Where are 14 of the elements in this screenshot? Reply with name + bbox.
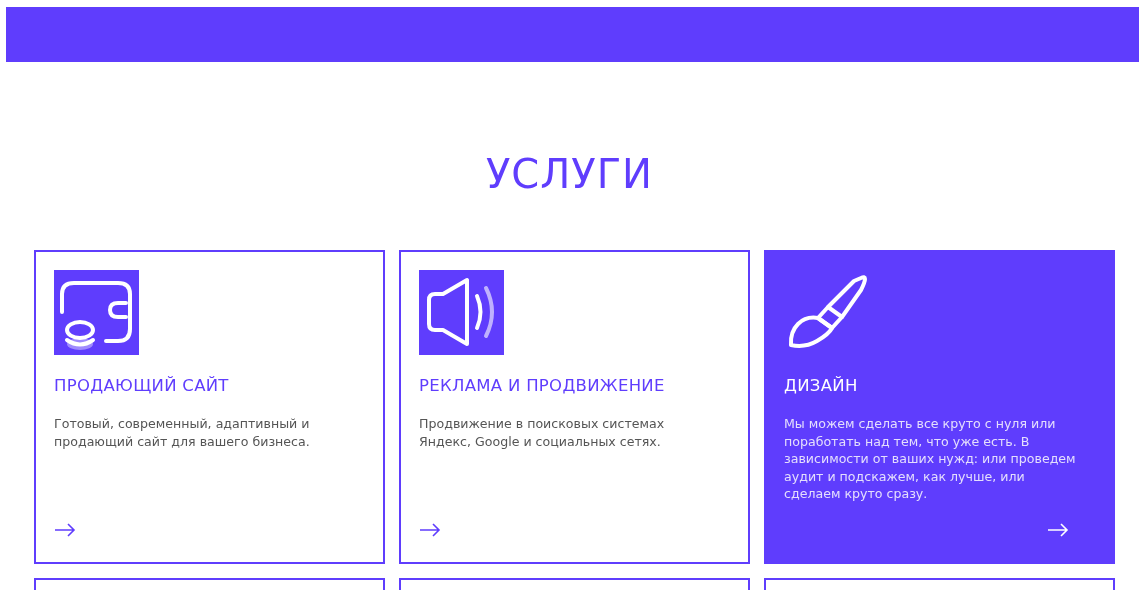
- service-card[interactable]: ДИЗАЙН Мы можем сделать все круто с нуля или поработать над тем, что уже есть. В зависимости от ваших нужд: или проведем аудит и подскажем, как лучше, или сделаем круто сразу.: [764, 250, 1115, 564]
- card-title: ПРОДАЮЩИЙ САЙТ: [54, 376, 230, 395]
- card-title: ДИЗАЙН: [784, 376, 859, 395]
- arrow-right-icon[interactable]: [54, 523, 76, 537]
- card-description: Продвижение в поисковых системах Яндекс, Google и социальных сетях.: [419, 415, 666, 450]
- service-card[interactable]: РЕКЛАМА И ПРОДВИЖЕНИЕ Продвижение в поисковых системах Яндекс, Google и социальных сетях.: [399, 250, 750, 564]
- headset-coins-icon: [54, 270, 139, 355]
- service-card[interactable]: ПРОДАЮЩИЙ САЙТ Готовый, современный, адаптивный и продающий сайт для вашего бизнеса.: [34, 250, 385, 564]
- card-description: Мы можем сделать все круто с нуля или поработать над тем, что уже есть. В зависимости от ваших нужд: или проведем аудит и подскажем, как лучше, или сделаем круто сразу.: [784, 415, 1076, 503]
- speaker-icon: [419, 270, 504, 355]
- card-title: РЕКЛАМА И ПРОДВИЖЕНИЕ: [419, 376, 666, 395]
- arrow-right-icon[interactable]: [419, 523, 441, 537]
- section-title: УСЛУГИ: [484, 150, 655, 198]
- card-description: Готовый, современный, адаптивный и продающий сайт для вашего бизнеса.: [54, 415, 311, 450]
